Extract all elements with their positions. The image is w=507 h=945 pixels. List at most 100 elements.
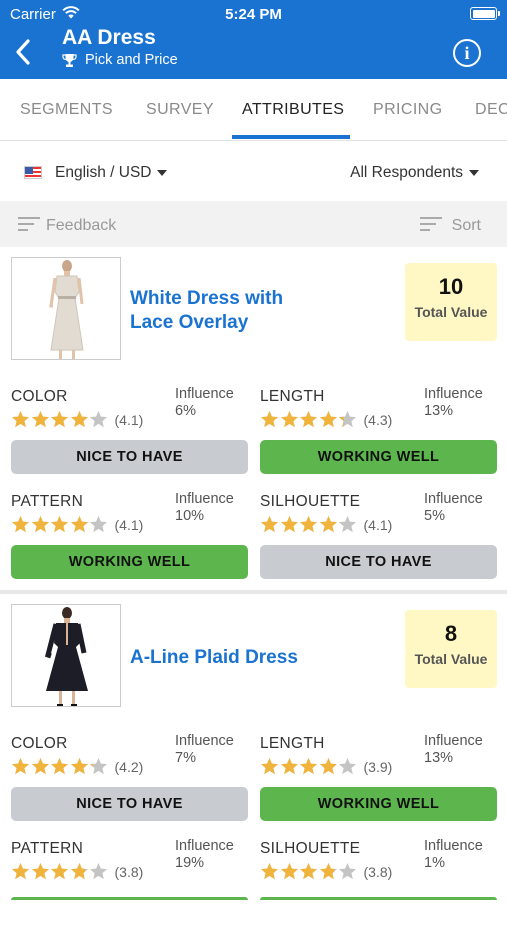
- info-button[interactable]: i: [453, 39, 481, 67]
- star-icon: [70, 410, 89, 429]
- respondents-label: All Respondents: [350, 164, 463, 181]
- product-card[interactable]: A-Line Plaid Dress 8 Total Value COLOR I…: [0, 594, 507, 938]
- total-value-box: 10 Total Value: [405, 263, 497, 341]
- star-rating: (4.3): [260, 410, 392, 429]
- app-header: Carrier 5:24 PM AA Dress Pick and Price …: [0, 0, 507, 79]
- total-value-label: Total Value: [414, 651, 488, 667]
- influence-value: 6%: [175, 403, 196, 419]
- star-icon: [70, 515, 89, 534]
- star-icon: [11, 515, 30, 534]
- star-icon: [31, 410, 50, 429]
- star-icon: [260, 757, 279, 776]
- rating-value: (3.9): [363, 758, 393, 775]
- star-icon: [338, 515, 357, 534]
- feedback-button[interactable]: Feedback: [46, 217, 116, 235]
- influence-label: Influence: [424, 838, 483, 854]
- sort-bar: Feedback Sort: [0, 201, 507, 247]
- star-icon: [338, 757, 357, 776]
- star-icon: [319, 862, 338, 881]
- tab-survey[interactable]: SURVEY: [146, 101, 214, 119]
- rating-value: (4.2): [114, 758, 144, 775]
- star-icon: [70, 862, 89, 881]
- feedback-icon: [18, 217, 40, 233]
- star-icon: [89, 757, 108, 776]
- influence: Influence 6%: [175, 386, 234, 420]
- star-icon: [299, 515, 318, 534]
- star-icon: [338, 410, 357, 429]
- influence: Influence 7%: [175, 733, 234, 767]
- product-image: [11, 257, 121, 360]
- total-value-number: 10: [438, 274, 464, 299]
- star-rating: (3.8): [260, 862, 392, 881]
- caret-down-icon: [157, 169, 168, 176]
- status-badge: NICE TO HAVE: [11, 787, 248, 821]
- product-name[interactable]: A-Line Plaid Dress: [130, 646, 390, 670]
- star-icon: [280, 410, 299, 429]
- star-icon: [280, 862, 299, 881]
- rating-value: (4.1): [114, 516, 144, 533]
- influence-label: Influence: [424, 733, 483, 749]
- attribute-pattern: PATTERN Influence 10% (4.1) WORKING WELL: [11, 491, 249, 598]
- subtitle-text: Pick and Price: [85, 52, 178, 68]
- star-icon: [50, 515, 69, 534]
- total-value-label: Total Value: [414, 304, 488, 320]
- influence-value: 13%: [424, 750, 454, 766]
- influence-label: Influence: [424, 491, 483, 507]
- star-icon: [50, 862, 69, 881]
- star-rating: (4.1): [260, 515, 392, 534]
- star-icon: [50, 757, 69, 776]
- respondents-dropdown[interactable]: All Respondents: [350, 164, 479, 182]
- attribute-silhouette: SILHOUETTE Influence 1% (3.8): [260, 838, 498, 945]
- influence-value: 10%: [175, 508, 205, 524]
- star-icon: [11, 862, 30, 881]
- attribute-color: COLOR Influence 6% (4.1) NICE TO HAVE: [11, 386, 249, 493]
- attribute-name: LENGTH: [260, 388, 325, 405]
- language-currency-label: English / USD: [55, 164, 152, 181]
- star-icon: [31, 757, 50, 776]
- status-badge: WORKING WELL: [260, 787, 497, 821]
- page-title: AA Dress: [62, 26, 156, 49]
- attribute-name: SILHOUETTE: [260, 840, 361, 857]
- star-icon: [260, 862, 279, 881]
- attribute-name: PATTERN: [11, 840, 84, 857]
- star-icon: [89, 515, 108, 534]
- influence-value: 19%: [175, 855, 205, 871]
- filter-bar: English / USD All Respondents: [0, 141, 507, 201]
- star-rating: (3.9): [260, 757, 392, 776]
- influence-label: Influence: [175, 491, 234, 507]
- star-icon: [299, 862, 318, 881]
- us-flag-icon: [24, 166, 42, 179]
- sort-icon: [420, 217, 442, 233]
- status-badge: NICE TO HAVE: [260, 545, 497, 579]
- star-icon: [260, 410, 279, 429]
- attribute-length: LENGTH Influence 13% (4.3) WORKING WELL: [260, 386, 498, 493]
- tab-bar: SEGMENTS SURVEY ATTRIBUTES PRICING DEC: [0, 79, 507, 141]
- tab-attributes[interactable]: ATTRIBUTES: [242, 101, 344, 119]
- language-currency-dropdown[interactable]: English / USD: [55, 164, 168, 182]
- tab-pricing[interactable]: PRICING: [373, 101, 442, 119]
- influence: Influence 10%: [175, 491, 234, 525]
- attribute-color: COLOR Influence 7% (4.2) NICE TO HAVE: [11, 733, 249, 840]
- star-icon: [31, 862, 50, 881]
- tab-segments[interactable]: SEGMENTS: [20, 101, 113, 119]
- chevron-left-icon: [16, 39, 30, 65]
- tab-dec[interactable]: DEC: [475, 101, 507, 119]
- star-icon: [50, 410, 69, 429]
- attribute-name: COLOR: [11, 388, 68, 405]
- attribute-name: COLOR: [11, 735, 68, 752]
- influence-label: Influence: [424, 386, 483, 402]
- star-rating: (4.1): [11, 515, 143, 534]
- influence: Influence 19%: [175, 838, 234, 872]
- star-rating: (4.2): [11, 757, 143, 776]
- star-icon: [89, 410, 108, 429]
- sort-button[interactable]: Sort: [452, 217, 481, 235]
- rating-value: (4.3): [363, 411, 393, 428]
- product-name[interactable]: White Dress with Lace Overlay: [130, 287, 310, 335]
- active-tab-indicator: [232, 135, 350, 139]
- back-button[interactable]: [12, 36, 36, 68]
- star-icon: [11, 410, 30, 429]
- product-card[interactable]: White Dress with Lace Overlay 10 Total V…: [0, 247, 507, 591]
- star-icon: [319, 515, 338, 534]
- influence: Influence 13%: [424, 733, 483, 767]
- status-badge: WORKING WELL: [260, 440, 497, 474]
